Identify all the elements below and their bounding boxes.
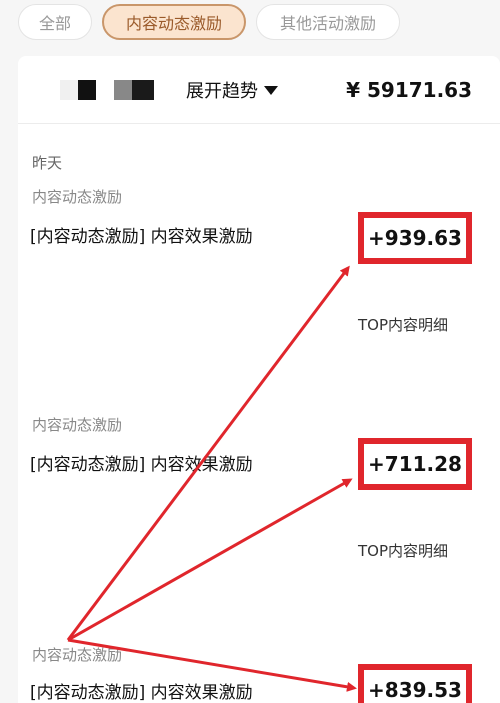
total-amount: ¥ 59171.63 bbox=[346, 78, 472, 102]
caret-down-icon bbox=[264, 85, 278, 95]
masked-block bbox=[114, 80, 132, 100]
masked-block bbox=[132, 80, 154, 100]
expand-trend-label: 展开趋势 bbox=[186, 81, 258, 102]
tab-bar: 全部 内容动态激励 其他活动激励 bbox=[0, 0, 500, 44]
entry-category: 内容动态激励 bbox=[32, 646, 123, 664]
expand-trend-button[interactable]: 展开趋势 bbox=[186, 76, 278, 104]
masked-block bbox=[60, 80, 78, 100]
tab-content-incentive[interactable]: 内容动态激励 bbox=[102, 4, 246, 40]
top-content-detail-link[interactable]: TOP内容明细 bbox=[358, 314, 448, 335]
entry-category: 内容动态激励 bbox=[32, 416, 123, 434]
summary-row: 展开趋势 ¥ 59171.63 bbox=[18, 56, 500, 124]
entry-amount: +711.28 bbox=[358, 438, 472, 490]
entry-category: 内容动态激励 bbox=[32, 188, 123, 206]
entry-description: [内容动态激励] 内容效果激励 bbox=[30, 455, 253, 475]
entry-amount: +839.53 bbox=[358, 664, 472, 703]
top-content-detail-link[interactable]: TOP内容明细 bbox=[358, 540, 448, 561]
masked-block bbox=[78, 80, 96, 100]
tab-all[interactable]: 全部 bbox=[18, 4, 92, 40]
income-card: 展开趋势 ¥ 59171.63 昨天 内容动态激励 [内容动态激励] 内容效果激… bbox=[18, 56, 500, 703]
entry-description: [内容动态激励] 内容效果激励 bbox=[30, 683, 253, 703]
date-label: 昨天 bbox=[32, 154, 63, 172]
entry-description: [内容动态激励] 内容效果激励 bbox=[30, 227, 253, 247]
entry-amount: +939.63 bbox=[358, 212, 472, 264]
tab-other-incentive[interactable]: 其他活动激励 bbox=[256, 4, 400, 40]
